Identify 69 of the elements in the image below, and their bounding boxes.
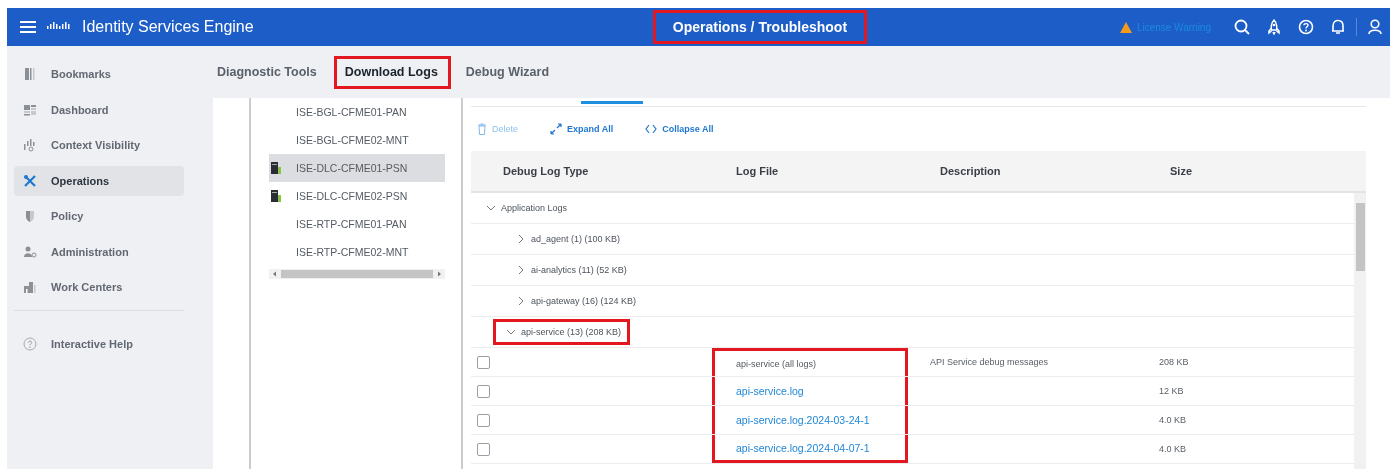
sidebar-item[interactable]: Dashboard xyxy=(14,94,184,125)
sidebar-item[interactable]: Context Visibility xyxy=(14,130,184,160)
tree-node[interactable]: ad_agent (1) (100 KB) xyxy=(507,226,630,252)
tab[interactable]: Debug Wizard xyxy=(454,56,563,89)
building-icon xyxy=(23,280,37,294)
description-text: API Service debug messages xyxy=(930,357,1049,367)
sidebar-item[interactable]: Policy xyxy=(14,201,184,231)
log-file-link[interactable]: api-service.log.2024-03-24-1 xyxy=(736,414,870,426)
chevron-right-icon xyxy=(516,234,526,244)
column-header[interactable]: Debug Log Type xyxy=(471,165,712,177)
tab[interactable]: Download Logs xyxy=(333,56,451,89)
admin-icon xyxy=(23,244,37,259)
interactive-help-item[interactable]: Interactive Help xyxy=(14,328,184,359)
column-header[interactable]: Description xyxy=(908,165,1140,177)
column-header[interactable]: Size xyxy=(1140,165,1366,177)
checkbox[interactable] xyxy=(477,413,490,427)
column-header[interactable]: Log File xyxy=(712,165,908,177)
size-text: 12 KB xyxy=(1159,386,1184,396)
bookmark-icon xyxy=(23,67,37,81)
node-item[interactable]: ISE-DLC-CFME01-PSN xyxy=(269,154,445,182)
app-title: Identity Services Engine xyxy=(82,18,254,36)
chevron-right-icon xyxy=(516,265,526,275)
shield-icon xyxy=(23,209,37,223)
sidebar-item[interactable]: Work Centers xyxy=(14,272,184,302)
log-file-name: api-service (all logs) xyxy=(736,358,817,369)
search-icon[interactable] xyxy=(1234,19,1250,35)
tab[interactable]: Diagnostic Tools xyxy=(213,56,330,89)
dashboard-icon xyxy=(23,102,37,117)
tree-node[interactable]: api-service (13) (208 KB) xyxy=(493,319,631,345)
node-item[interactable]: ISE-BGL-CFME02-MNT xyxy=(269,126,445,154)
toolbar-button[interactable]: Expand All xyxy=(550,123,614,135)
page-title: Operations / Troubleshoot xyxy=(652,10,868,44)
sidebar-item[interactable]: Bookmarks xyxy=(14,59,184,89)
chevron-down-icon xyxy=(486,203,496,213)
user-icon[interactable] xyxy=(1368,19,1382,35)
vertical-scrollbar[interactable] xyxy=(1354,193,1366,469)
bell-icon[interactable] xyxy=(1331,19,1345,35)
sidebar-item[interactable]: Administration xyxy=(14,236,184,267)
node-item[interactable]: ISE-RTP-CFME02-MNT xyxy=(269,238,445,266)
expand-icon xyxy=(550,123,562,135)
menu-icon[interactable] xyxy=(20,21,36,33)
tree-node[interactable]: api-gateway (16) (124 KB) xyxy=(507,288,646,314)
node-item[interactable]: ISE-RTP-CFME01-PAN xyxy=(269,210,445,238)
size-text: 4.0 KB xyxy=(1159,415,1187,425)
size-text: 4.0 KB xyxy=(1159,444,1187,454)
checkbox[interactable] xyxy=(477,442,490,456)
active-tab-indicator xyxy=(581,101,643,104)
node-item[interactable]: ISE-DLC-CFME02-PSN xyxy=(269,182,445,210)
chart-icon xyxy=(23,138,37,152)
tree-node[interactable]: ai-analytics (11) (52 KB) xyxy=(507,257,636,283)
horizontal-scrollbar[interactable] xyxy=(269,269,445,279)
warning-icon xyxy=(1119,21,1132,33)
rocket-icon[interactable] xyxy=(1267,19,1281,35)
tools-icon xyxy=(23,173,37,188)
help-icon xyxy=(23,336,37,351)
size-text: 208 KB xyxy=(1159,357,1189,367)
node-item[interactable]: ISE-BGL-CFME01-PAN xyxy=(269,98,445,126)
collapse-icon xyxy=(645,123,658,135)
chevron-right-icon xyxy=(516,296,526,306)
sidebar-item[interactable]: Operations xyxy=(14,165,184,196)
log-file-link[interactable]: api-service.log xyxy=(736,385,804,397)
trash-icon xyxy=(477,123,487,135)
toolbar-button[interactable]: Collapse All xyxy=(645,123,714,135)
tree-node[interactable]: Application Logs xyxy=(477,195,577,221)
logo-bars-icon xyxy=(46,22,72,32)
help-icon[interactable] xyxy=(1298,19,1314,35)
checkbox[interactable] xyxy=(477,384,490,398)
chevron-down-icon xyxy=(506,327,516,337)
checkbox[interactable] xyxy=(477,355,490,369)
